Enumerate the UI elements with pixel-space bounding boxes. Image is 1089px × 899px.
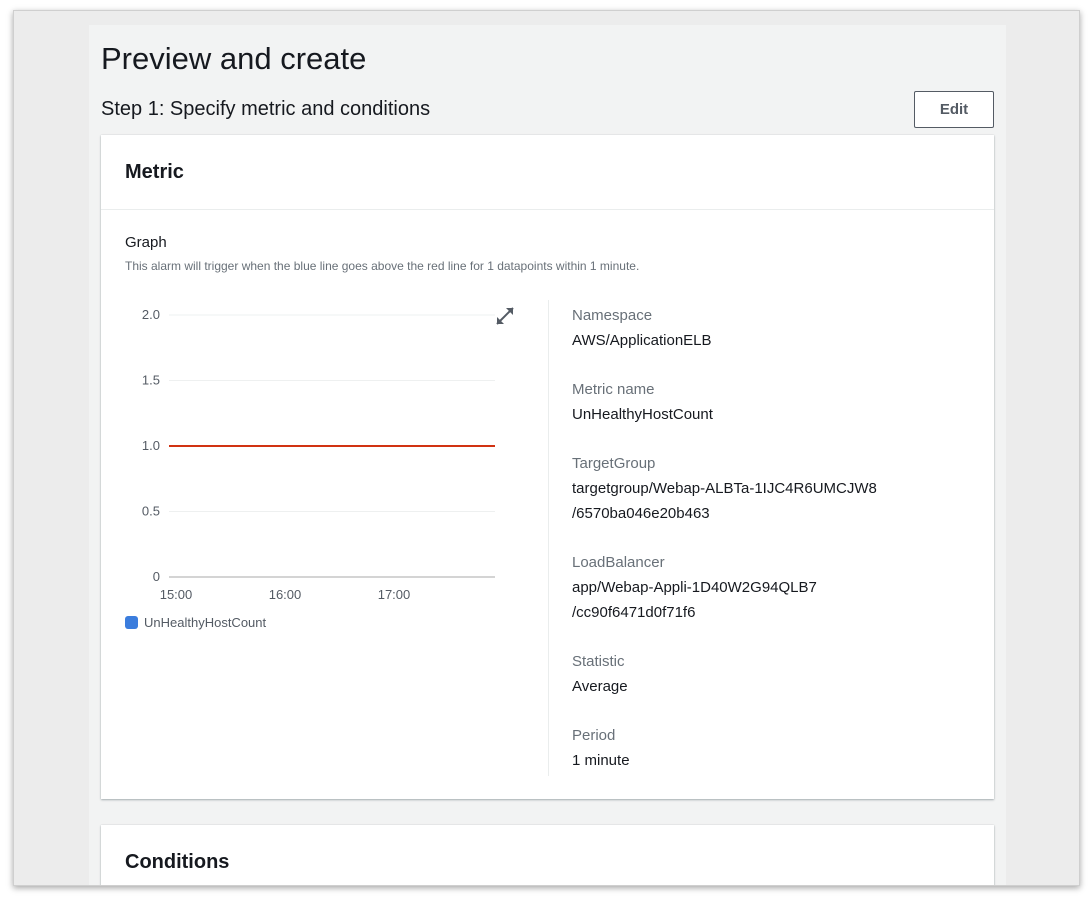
x-tick-label: 15:00 <box>160 587 193 602</box>
window-frame: Preview and create Step 1: Specify metri… <box>13 10 1080 886</box>
chart-svg: 2.0 1.5 1.0 0.5 015:00 16:00 17:00 <box>142 307 495 602</box>
detail-key: Namespace <box>572 307 653 324</box>
detail-item: Statistic Average <box>572 649 972 699</box>
legend-label: UnHealthyHostCount <box>144 615 267 630</box>
x-tick-label: 17:00 <box>378 587 411 602</box>
detail-key: TargetGroup <box>572 455 656 472</box>
metric-card: Metric Graph This alarm will trigger whe… <box>101 135 994 799</box>
detail-value: app/Webap-Appli-1D40W2G94QLB7 /cc90f6471… <box>572 579 817 621</box>
metric-chart: 2.0 1.5 1.0 0.5 0 15:00 16:00 17:00 UnHealthyHo… <box>125 297 525 647</box>
y-tick-label: 2.0 <box>142 307 160 322</box>
y-tick-label: 0 <box>153 569 160 584</box>
detail-key: Statistic <box>572 653 625 670</box>
detail-value: AWS/ApplicationELB <box>572 332 712 349</box>
step-title: Step 1: Specify metric and conditions <box>101 98 431 120</box>
detail-key: Period <box>572 727 616 744</box>
metric-details: Namespace AWS/ApplicationELB Metric name Un… <box>572 303 972 797</box>
detail-item: Period 1 minute <box>572 723 972 773</box>
conditions-card: Conditions <box>101 825 994 885</box>
page-title: Preview and create <box>101 41 367 76</box>
y-tick-label: 1.5 <box>142 373 160 388</box>
chart-legend: UnHealthyHostCount <box>125 615 266 630</box>
detail-key: Metric name <box>572 381 655 398</box>
detail-item: Namespace AWS/ApplicationELB <box>572 303 972 353</box>
x-tick-label: 16:00 <box>269 587 302 602</box>
expand-icon[interactable] <box>494 305 516 327</box>
detail-value: UnHealthyHostCount <box>572 406 713 423</box>
detail-item: LoadBalancer app/Webap-Appli-1D40W2G94QLB… <box>572 550 972 625</box>
detail-value: targetgroup/Webap-ALBTa-1IJC4R6UMCJW8 /6… <box>572 480 877 522</box>
y-tick-label: 0.5 <box>142 504 160 519</box>
detail-key: LoadBalancer <box>572 554 665 571</box>
vertical-divider <box>548 300 549 776</box>
y-tick-label: 1.0 <box>142 438 160 453</box>
conditions-card-title: Conditions <box>125 851 230 873</box>
detail-item: TargetGroup targetgroup/Webap-ALBTa-1IJC4… <box>572 451 972 526</box>
edit-button[interactable]: Edit <box>914 91 994 128</box>
legend-swatch <box>125 616 138 629</box>
detail-value: 1 minute <box>572 752 630 769</box>
graph-description: This alarm will trigger when the blue li… <box>125 259 640 273</box>
metric-card-title: Metric <box>125 161 184 183</box>
detail-value: Average <box>572 678 628 695</box>
detail-item: Metric name UnHealthyHostCount <box>572 377 972 427</box>
metric-card-header: Metric <box>101 135 994 210</box>
graph-label: Graph <box>125 234 167 251</box>
main-content: Preview and create Step 1: Specify metri… <box>89 25 1006 885</box>
